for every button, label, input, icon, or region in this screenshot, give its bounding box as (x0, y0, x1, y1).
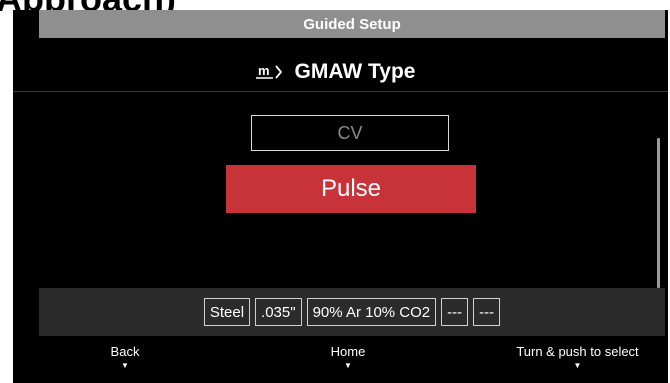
scrollbar[interactable] (657, 138, 660, 288)
summary-chip-empty-2: --- (473, 298, 501, 326)
title-bar: Guided Setup (39, 10, 665, 38)
summary-chip-material: Steel (203, 298, 251, 326)
select-knob-button[interactable]: Turn & push to select ▼ (510, 344, 645, 371)
header-divider (13, 91, 668, 92)
select-label: Turn & push to select (516, 344, 639, 359)
caret-down-icon: ▼ (121, 361, 129, 370)
welder-screen: Guided Setup m GMAW Type CV Pulse Steel … (13, 10, 668, 383)
page-title: GMAW Type (294, 60, 416, 83)
back-button[interactable]: Back ▼ (105, 344, 145, 371)
m-menu-icon: m (253, 61, 285, 83)
setup-summary-bar: Steel .035" 90% Ar 10% CO2 --- --- (39, 288, 665, 336)
option-cv-label: CV (337, 122, 363, 143)
option-pulse[interactable]: Pulse (226, 165, 476, 213)
summary-chip-gas: 90% Ar 10% CO2 (306, 298, 437, 326)
footer-softkeys: Back ▼ Home ▼ Turn & push to select ▼ (13, 344, 668, 383)
summary-chip-wire-diameter: .035" (255, 298, 302, 326)
home-button[interactable]: Home ▼ (318, 344, 378, 371)
option-cv[interactable]: CV (251, 115, 449, 151)
svg-text:m: m (258, 63, 270, 78)
caret-down-icon: ▼ (573, 361, 582, 370)
page-header: m GMAW Type (13, 52, 655, 92)
home-label: Home (330, 344, 366, 359)
caret-down-icon: ▼ (344, 361, 352, 370)
back-label: Back (110, 344, 140, 359)
summary-chip-empty-1: --- (441, 298, 469, 326)
title-bar-label: Guided Setup (303, 15, 401, 33)
option-pulse-label: Pulse (320, 175, 382, 202)
